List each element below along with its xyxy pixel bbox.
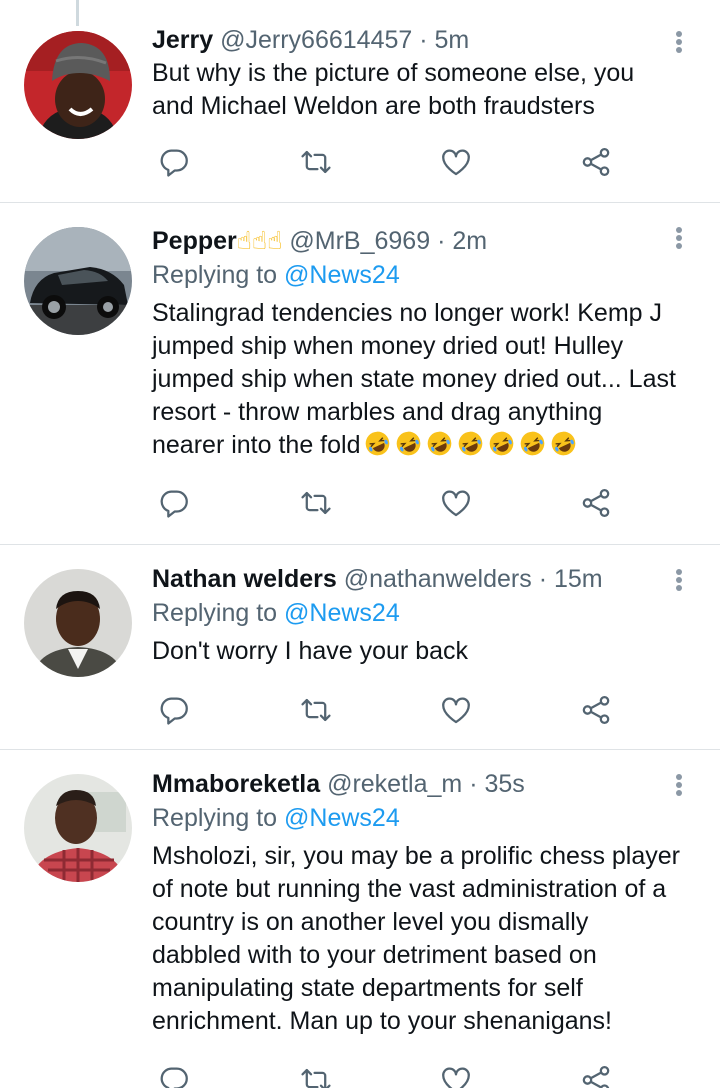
- timestamp[interactable]: · 15m: [539, 565, 603, 593]
- tweet-mmaboreketla[interactable]: Mmaboreketla @reketla_m · 35s Replying t…: [0, 750, 720, 1088]
- user-handle[interactable]: @MrB_6969: [289, 227, 430, 255]
- black-car-avatar: [24, 227, 132, 335]
- replying-to: Replying to @News24: [152, 804, 400, 832]
- share-icon[interactable]: [576, 483, 616, 523]
- laughing-emoji-row: [360, 431, 577, 459]
- rolling-laughing-emoji-icon: [490, 431, 514, 456]
- timestamp[interactable]: · 35s: [469, 770, 525, 798]
- tweet-actions: [152, 690, 622, 730]
- user-handle[interactable]: @reketla_m: [327, 770, 462, 798]
- tweet-actions: [152, 483, 622, 523]
- replying-to-mention-link[interactable]: @News24: [284, 804, 400, 832]
- display-name-emoji: ☝☝☝: [236, 226, 283, 255]
- avatar[interactable]: [24, 31, 132, 139]
- like-icon[interactable]: [436, 142, 476, 182]
- man-plaid-shirt-avatar: [24, 774, 132, 882]
- avatar[interactable]: [24, 569, 132, 677]
- tweet-jerry[interactable]: Jerry @Jerry66614457 · 5m But why is the…: [0, 0, 720, 202]
- replying-to-mention-link[interactable]: @News24: [284, 261, 400, 289]
- retweet-icon[interactable]: [296, 1060, 336, 1088]
- rolling-laughing-emoji-icon: [521, 431, 545, 456]
- reply-icon[interactable]: [154, 1060, 194, 1088]
- like-icon[interactable]: [436, 1060, 476, 1088]
- user-handle[interactable]: @nathanwelders: [344, 565, 532, 593]
- reply-icon[interactable]: [154, 142, 194, 182]
- display-name[interactable]: Nathan welders: [152, 565, 337, 593]
- timestamp[interactable]: · 2m: [437, 227, 487, 255]
- retweet-icon[interactable]: [296, 690, 336, 730]
- like-icon[interactable]: [436, 690, 476, 730]
- replying-to-mention-link[interactable]: @News24: [284, 599, 400, 627]
- rolling-laughing-emoji-icon: [397, 431, 421, 456]
- tweet-nathan-welders[interactable]: Nathan welders @nathanwelders · 15m Repl…: [0, 545, 720, 749]
- rolling-laughing-emoji-icon: [428, 431, 452, 456]
- rolling-laughing-emoji-icon: [552, 431, 576, 456]
- rolling-laughing-emoji-icon: [459, 431, 483, 456]
- avatar[interactable]: [24, 774, 132, 882]
- retweet-icon[interactable]: [296, 483, 336, 523]
- display-name[interactable]: Mmaboreketla: [152, 770, 320, 798]
- tweet-actions: [152, 1060, 622, 1088]
- tweet-text: But why is the picture of someone else, …: [152, 59, 635, 120]
- share-icon[interactable]: [576, 1060, 616, 1088]
- reply-icon[interactable]: [154, 483, 194, 523]
- reply-icon[interactable]: [154, 690, 194, 730]
- display-name[interactable]: Pepper: [152, 227, 237, 255]
- tweet-pepper[interactable]: Pepper☝☝☝ @MrB_6969 · 2m Replying to @Ne…: [0, 203, 720, 544]
- replying-to: Replying to @News24: [152, 261, 400, 289]
- tweet-text: Stalingrad tendencies no longer work! Ke…: [152, 299, 676, 459]
- rolling-laughing-emoji-icon: [366, 431, 390, 456]
- tweet-actions: [152, 142, 622, 182]
- display-name[interactable]: Jerry: [152, 26, 213, 54]
- man-portrait-avatar: [24, 569, 132, 677]
- tweet-text: Msholozi, sir, you may be a prolific che…: [152, 842, 680, 1035]
- retweet-icon[interactable]: [296, 142, 336, 182]
- like-icon[interactable]: [436, 483, 476, 523]
- avatar[interactable]: [24, 227, 132, 335]
- tweet-text: Don't worry I have your back: [152, 637, 469, 665]
- man-with-beanie-avatar: [24, 31, 132, 139]
- timestamp[interactable]: · 5m: [419, 26, 469, 54]
- replying-to: Replying to @News24: [152, 599, 400, 627]
- share-icon[interactable]: [576, 142, 616, 182]
- share-icon[interactable]: [576, 690, 616, 730]
- user-handle[interactable]: @Jerry66614457: [220, 26, 412, 54]
